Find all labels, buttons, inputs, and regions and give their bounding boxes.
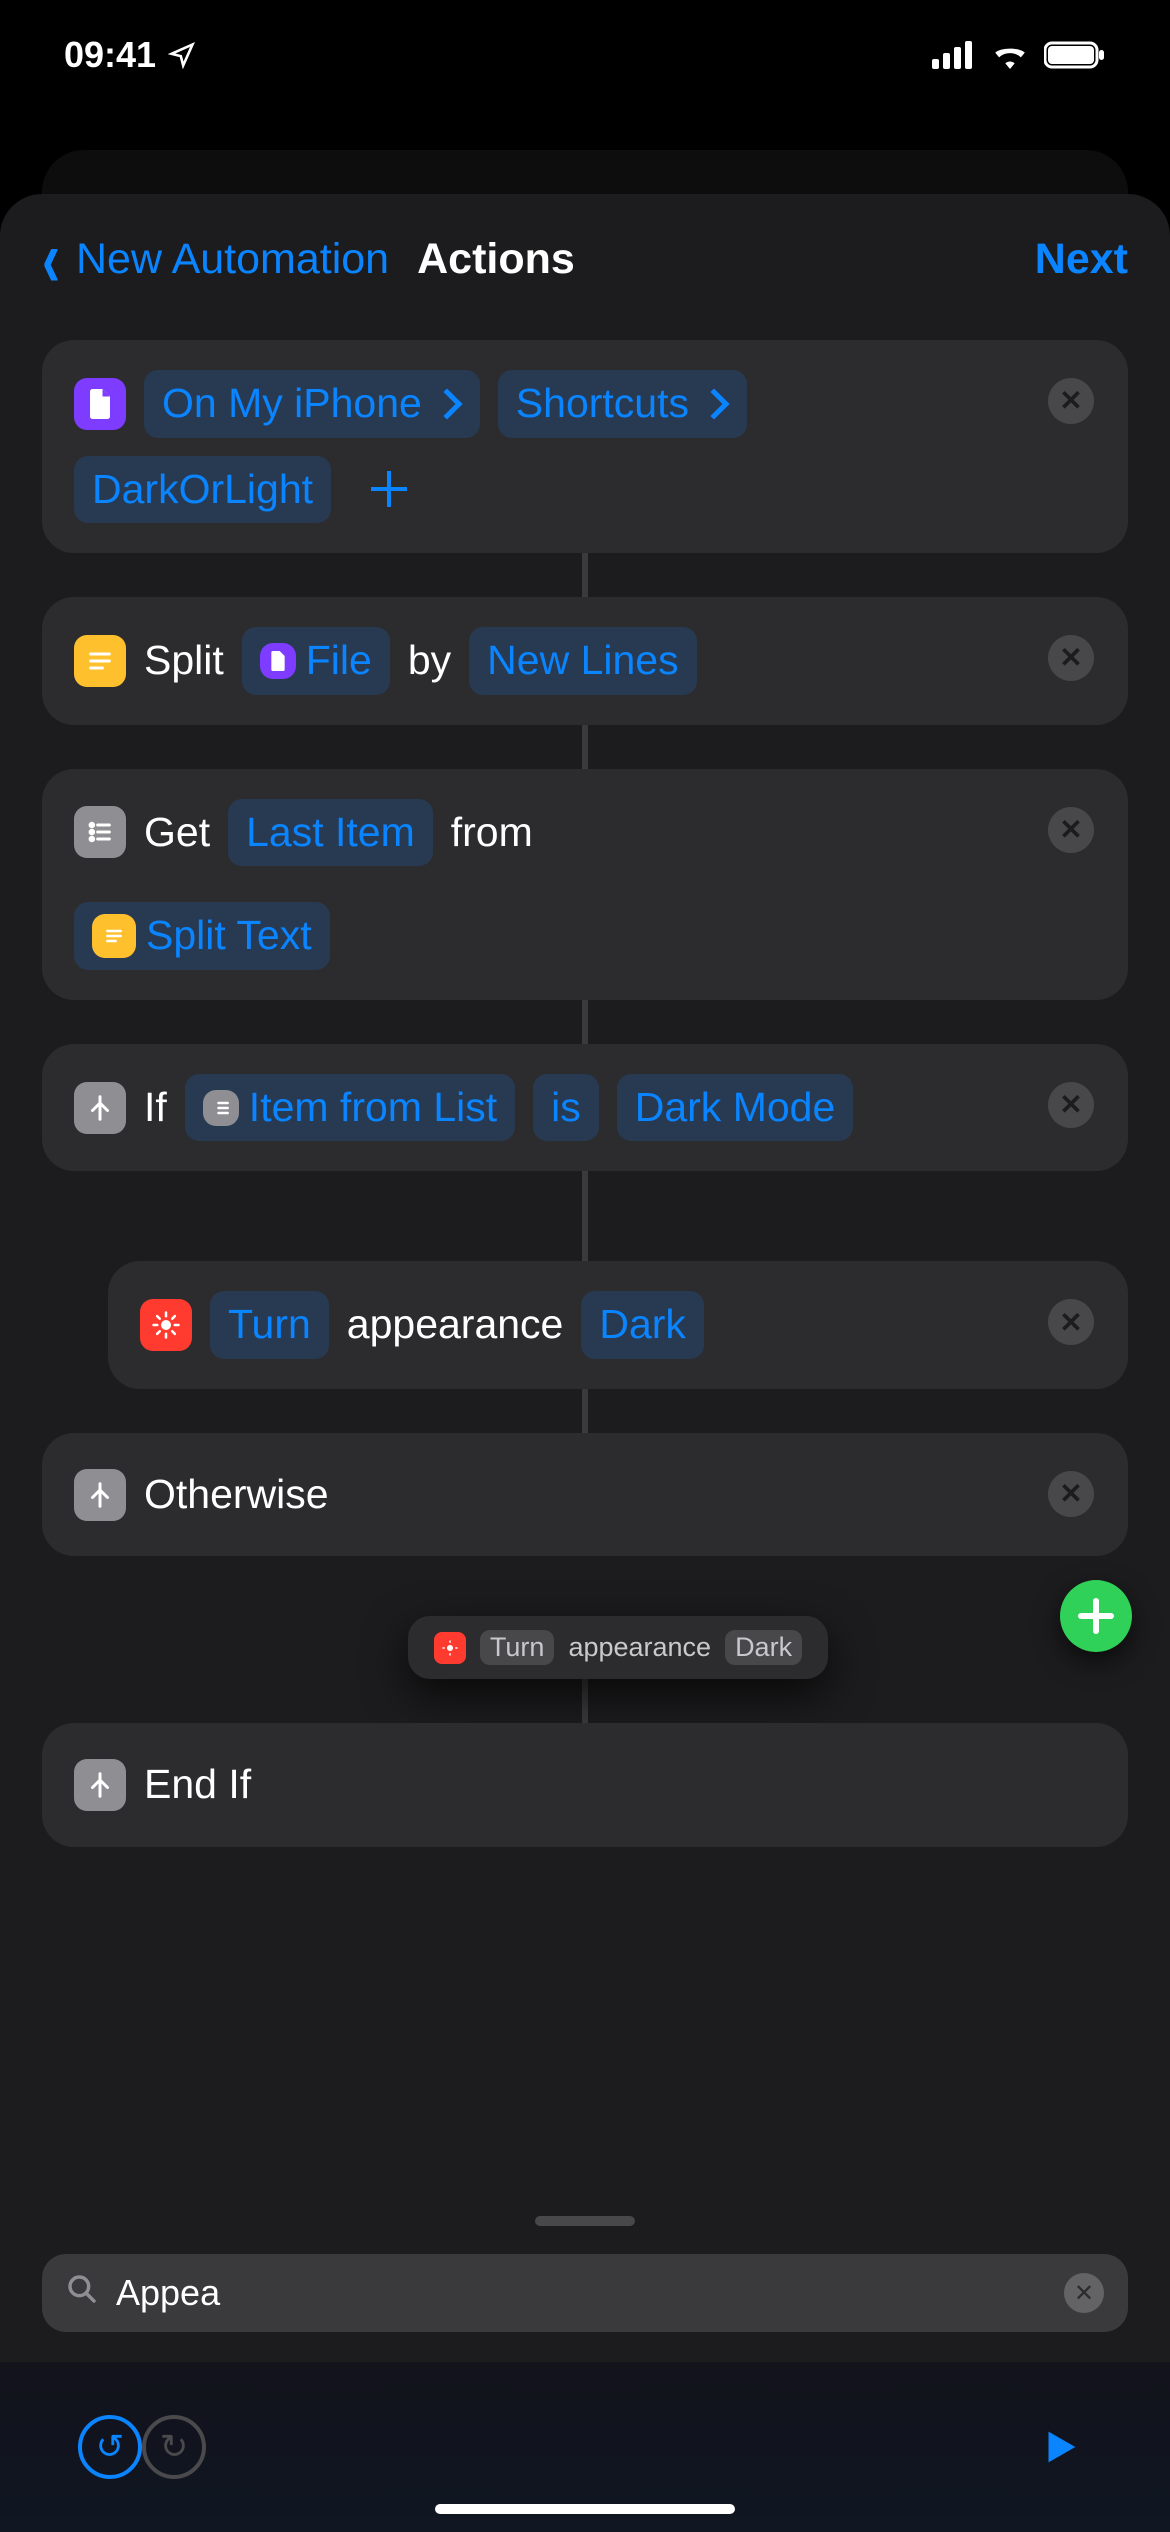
wifi-icon: [990, 41, 1030, 69]
noun: appearance: [347, 1293, 564, 1357]
selector-token[interactable]: Last Item: [228, 799, 433, 867]
redo-button: ↻: [142, 2415, 206, 2479]
split-text-variable-token[interactable]: Split Text: [74, 902, 330, 970]
search-field[interactable]: ✕: [42, 2254, 1128, 2332]
location-icon: [168, 41, 196, 69]
action-if[interactable]: If Item from List is Dark Mode ✕: [42, 1044, 1128, 1172]
sheet-grabber-icon[interactable]: [535, 2216, 635, 2226]
verb: Split: [144, 629, 224, 693]
close-icon[interactable]: ✕: [1048, 807, 1094, 853]
close-icon[interactable]: ✕: [1048, 1471, 1094, 1517]
verb: Get: [144, 801, 210, 865]
close-icon[interactable]: ✕: [1048, 1082, 1094, 1128]
action-end-if[interactable]: End If: [42, 1723, 1128, 1847]
list-icon: [74, 806, 126, 858]
action-split-text[interactable]: Split File by New Lines ✕: [42, 597, 1128, 725]
close-icon[interactable]: ✕: [1048, 378, 1094, 424]
file-variable-token[interactable]: File: [242, 627, 390, 695]
file-icon: [74, 378, 126, 430]
action-otherwise[interactable]: Otherwise ✕: [42, 1433, 1128, 1557]
next-button[interactable]: Next: [1035, 235, 1128, 284]
path-mid-token[interactable]: Shortcuts: [498, 370, 747, 438]
file-icon: [260, 643, 296, 679]
condition-token[interactable]: is: [533, 1074, 599, 1142]
value-token[interactable]: Dark Mode: [617, 1074, 854, 1142]
back-chevron-icon[interactable]: ‹: [42, 213, 60, 306]
appearance-icon: [434, 1632, 466, 1664]
path-leaf-token[interactable]: DarkOrLight: [74, 456, 331, 524]
branch-icon: [74, 1469, 126, 1521]
automation-sheet: ‹ New Automation Actions Next On My iPho…: [0, 194, 1170, 2532]
cellular-icon: [932, 41, 976, 69]
verb: End If: [144, 1753, 251, 1817]
undo-button[interactable]: ↺: [78, 2415, 142, 2479]
close-icon[interactable]: ✕: [1048, 1299, 1094, 1345]
from-label: from: [451, 801, 533, 865]
search-sheet[interactable]: ✕: [0, 2196, 1170, 2362]
connector: [582, 1000, 588, 1044]
split-mode-token[interactable]: New Lines: [469, 627, 696, 695]
page-title: Actions: [417, 235, 575, 284]
mode-token[interactable]: Dark: [581, 1291, 704, 1359]
connector: [582, 725, 588, 769]
action-file[interactable]: On My iPhone Shortcuts DarkOrLight ✕: [42, 340, 1128, 553]
nav-bar: ‹ New Automation Actions Next: [0, 228, 1170, 340]
dragged-action-chip[interactable]: Turn appearance Dark: [408, 1616, 828, 1679]
close-icon[interactable]: ✕: [1048, 635, 1094, 681]
connector: [582, 1389, 588, 1433]
verb: If: [144, 1076, 167, 1140]
add-action-button[interactable]: [1060, 1580, 1132, 1652]
turn-token[interactable]: Turn: [210, 1291, 329, 1359]
path-root-token[interactable]: On My iPhone: [144, 370, 480, 438]
by-label: by: [408, 629, 451, 693]
status-bar: 09:41: [0, 0, 1170, 110]
connector: [582, 553, 588, 597]
text-icon: [92, 914, 136, 958]
appearance-icon: [140, 1299, 192, 1351]
status-time: 09:41: [64, 34, 156, 76]
item-variable-token[interactable]: Item from List: [185, 1074, 515, 1142]
text-icon: [74, 635, 126, 687]
battery-icon: [1044, 41, 1106, 69]
clear-search-icon[interactable]: ✕: [1064, 2273, 1104, 2313]
action-set-appearance[interactable]: Turn appearance Dark ✕: [108, 1261, 1128, 1389]
search-input[interactable]: [116, 2272, 1046, 2314]
home-indicator[interactable]: [435, 2504, 735, 2514]
search-icon: [66, 2272, 98, 2314]
run-button[interactable]: [1028, 2415, 1092, 2479]
list-icon: [203, 1090, 239, 1126]
drop-zone[interactable]: Turn appearance Dark: [108, 1616, 1128, 1679]
branch-icon: [74, 1082, 126, 1134]
connector: [582, 1679, 588, 1723]
connector: [582, 1171, 588, 1261]
verb: Otherwise: [144, 1463, 329, 1527]
back-button[interactable]: New Automation: [76, 235, 389, 284]
action-get-item[interactable]: Get Last Item from Split Text ✕: [42, 769, 1128, 1000]
add-path-icon[interactable]: [371, 471, 407, 507]
branch-icon: [74, 1759, 126, 1811]
